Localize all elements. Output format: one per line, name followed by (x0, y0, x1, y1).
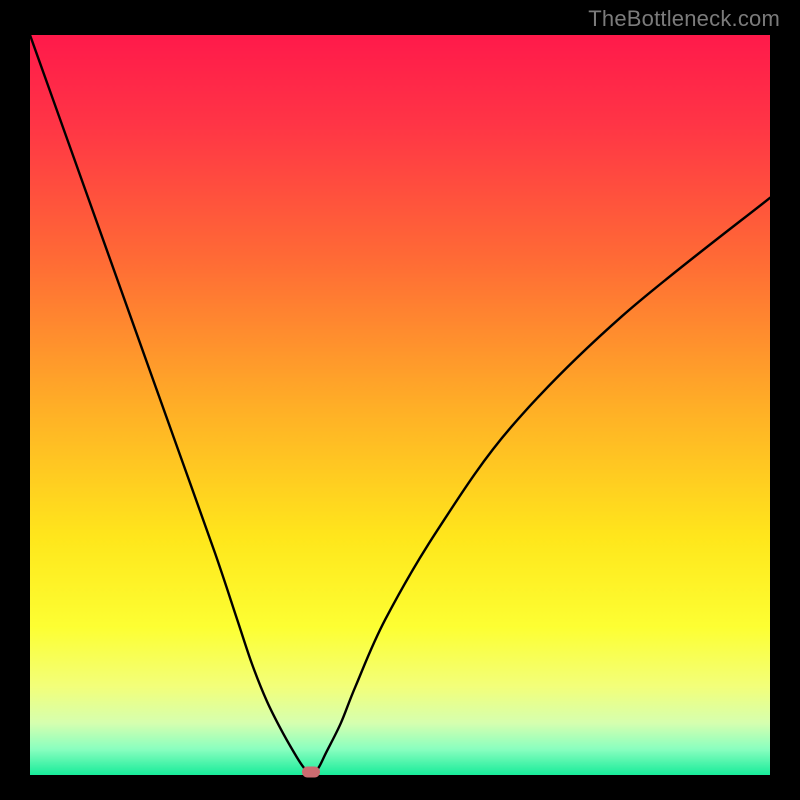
attribution-label: TheBottleneck.com (588, 6, 780, 32)
bottleneck-curve (30, 35, 770, 775)
optimal-point-marker (302, 767, 320, 778)
chart-frame (30, 35, 770, 775)
bottleneck-curve-path (30, 35, 770, 775)
